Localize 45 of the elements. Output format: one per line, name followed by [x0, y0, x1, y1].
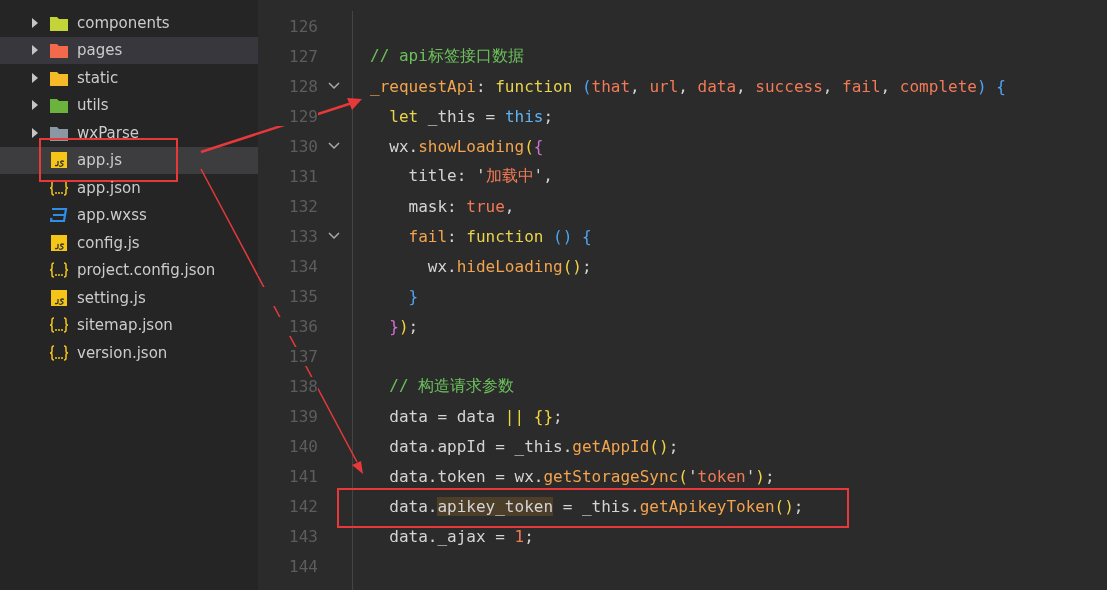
folder-item[interactable]: wxParse — [0, 119, 258, 147]
folder-item[interactable]: static — [0, 64, 258, 92]
fold-chevron-icon[interactable] — [328, 82, 340, 90]
code-line: _requestApi: function (that, url, data, success, fail, complete) { — [370, 76, 1006, 96]
code-line: } — [407, 286, 419, 306]
file-item[interactable]: app.json — [0, 174, 258, 202]
folder-item[interactable]: pages — [0, 36, 258, 64]
braces-icon — [50, 317, 68, 334]
file-item[interactable]: app.js — [0, 146, 258, 174]
fold-chevron-icon[interactable] — [328, 142, 340, 150]
file-item[interactable]: sitemap.json — [0, 311, 258, 339]
folder-item[interactable]: utils — [0, 91, 258, 119]
code-line: mask: true, — [407, 196, 515, 216]
code-line: let _this = this; — [388, 106, 554, 126]
folder-item[interactable]: components — [0, 9, 258, 37]
braces-icon — [50, 179, 68, 196]
fold-chevron-icon[interactable] — [328, 232, 340, 240]
code-line: data = data || {}; — [388, 406, 563, 426]
code-line: data.appId = _this.getAppId(); — [388, 436, 679, 456]
caret-icon[interactable] — [30, 45, 40, 56]
code-line: // api标签接口数据 — [370, 45, 524, 67]
file-item[interactable]: version.json — [0, 339, 258, 367]
js-file-icon — [50, 234, 68, 251]
file-item[interactable]: config.js — [0, 229, 258, 257]
file-item[interactable]: setting.js — [0, 284, 258, 312]
code-line: wx.hideLoading(); — [426, 256, 592, 276]
code-line: fail: function () { — [407, 226, 592, 246]
code-line: }); — [388, 316, 419, 336]
file-item[interactable]: project.config.json — [0, 256, 258, 284]
code-line: data.apikey_token = _this.getApikeyToken(); — [388, 496, 804, 516]
js-file-icon — [50, 152, 68, 169]
file-item[interactable]: app.wxss — [0, 201, 258, 229]
code-line: title: '加载中', — [407, 165, 553, 187]
code-line: // 构造请求参数 — [388, 375, 515, 397]
caret-icon[interactable] — [30, 72, 40, 83]
braces-icon — [50, 344, 68, 361]
code-line: data.token = wx.getStorageSync('token'); — [388, 466, 775, 486]
braces-icon — [50, 262, 68, 279]
js-file-icon — [50, 289, 68, 306]
code-line: data._ajax = 1; — [388, 526, 534, 546]
css-icon — [50, 207, 68, 224]
caret-icon[interactable] — [30, 100, 40, 111]
caret-icon[interactable] — [30, 17, 40, 28]
code-line: wx.showLoading({ — [388, 136, 544, 156]
caret-icon[interactable] — [30, 127, 40, 138]
